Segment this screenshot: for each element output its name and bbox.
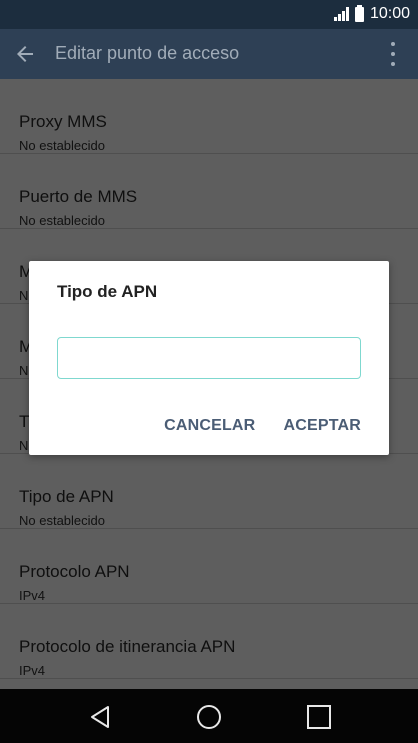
nav-home-icon[interactable] bbox=[195, 703, 223, 731]
list-item-value: N bbox=[19, 438, 29, 453]
battery-icon bbox=[354, 4, 364, 22]
list-item-title: Protocolo de itinerancia APN bbox=[19, 637, 236, 656]
accept-button[interactable]: ACEPTAR bbox=[283, 417, 361, 435]
app-bar: Editar punto de acceso bbox=[0, 29, 418, 79]
status-icons: 10:00 bbox=[333, 4, 410, 23]
list-item-tipo-apn[interactable]: Tipo de APN No establecido bbox=[0, 454, 418, 529]
dialog-title: Tipo de APN bbox=[57, 282, 158, 301]
list-item-value: N bbox=[19, 288, 29, 303]
list-item-protocolo-apn[interactable]: Protocolo APN IPv4 bbox=[0, 529, 418, 604]
list-item-title: Proxy MMS bbox=[19, 112, 107, 131]
nav-back-icon[interactable] bbox=[86, 703, 114, 731]
list-item-value: N bbox=[19, 363, 29, 378]
more-vert-icon[interactable] bbox=[391, 42, 396, 66]
arrow-left-icon[interactable] bbox=[13, 42, 37, 66]
list-item-title: Protocolo APN bbox=[19, 562, 130, 581]
page-title: Editar punto de acceso bbox=[55, 43, 240, 63]
status-bar: 10:00 bbox=[0, 0, 418, 29]
list-item-value: IPv4 bbox=[19, 663, 46, 678]
list-item-value: IPv4 bbox=[19, 588, 46, 603]
list-item-proxy-mms[interactable]: Proxy MMS No establecido bbox=[0, 79, 418, 154]
list-item-title: Tipo de APN bbox=[19, 487, 114, 506]
nav-recents-icon[interactable] bbox=[305, 703, 333, 731]
navigation-bar bbox=[0, 689, 418, 743]
apn-type-dialog: Tipo de APN CANCELAR ACEPTAR bbox=[29, 261, 389, 455]
cancel-button[interactable]: CANCELAR bbox=[164, 417, 255, 435]
list-item-puerto-mms[interactable]: Puerto de MMS No establecido bbox=[0, 154, 418, 229]
list-item-value: No establecido bbox=[19, 513, 105, 528]
list-item-value: No establecido bbox=[19, 138, 105, 153]
list-item-title: Puerto de MMS bbox=[19, 187, 138, 206]
list-item-protocolo-itinerancia[interactable]: Protocolo de itinerancia APN IPv4 bbox=[0, 604, 418, 679]
list-item-title: T bbox=[19, 412, 30, 431]
signal-icon bbox=[333, 7, 349, 21]
dialog-actions: CANCELAR ACEPTAR bbox=[164, 417, 361, 435]
status-time: 10:00 bbox=[369, 5, 410, 22]
apn-type-input[interactable] bbox=[57, 337, 361, 379]
list-item-value: No establecido bbox=[19, 213, 105, 228]
